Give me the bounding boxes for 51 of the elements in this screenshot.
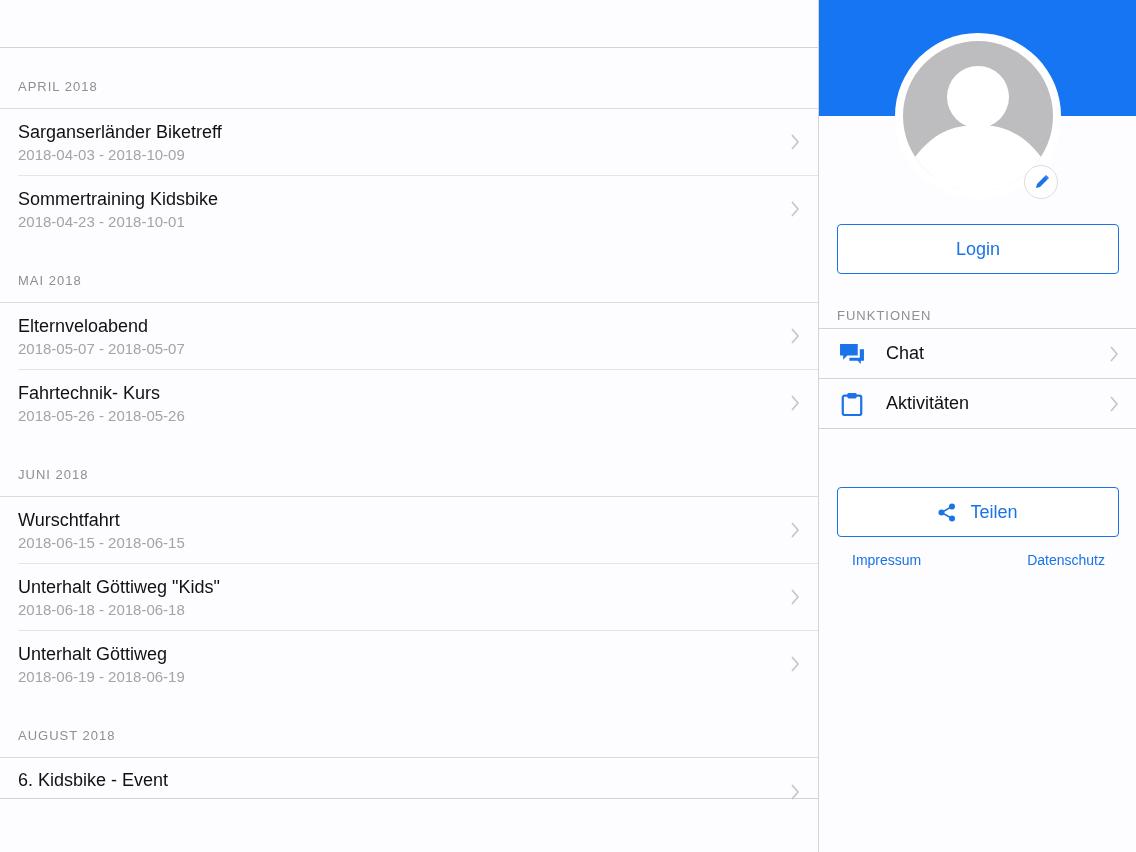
event-row[interactable]: Fahrtechnik- Kurs 2018-05-26 - 2018-05-26 bbox=[18, 370, 818, 436]
section-header: MAI 2018 bbox=[17, 272, 83, 290]
event-dates: 2018-05-07 - 2018-05-07 bbox=[18, 339, 186, 357]
section-header: AUGUST 2018 bbox=[17, 727, 117, 745]
event-title: Elternveloabend bbox=[18, 315, 150, 337]
chevron-icon bbox=[790, 328, 800, 344]
event-row[interactable]: Unterhalt Göttiweg "Kids" 2018-06-18 - 2018-06-18 bbox=[18, 564, 818, 631]
section-header: JUNI 2018 bbox=[17, 466, 90, 484]
share-button[interactable]: Teilen bbox=[837, 487, 1119, 537]
chat-bubbles-icon bbox=[839, 341, 865, 366]
event-title: Wurschtfahrt bbox=[18, 509, 121, 531]
edit-button[interactable] bbox=[1024, 165, 1058, 199]
event-dates: 2018-05-26 - 2018-05-26 bbox=[18, 406, 186, 424]
footer-link[interactable]: Datenschutz bbox=[1027, 552, 1105, 568]
event-title: Unterhalt Göttiweg "Kids" bbox=[18, 576, 221, 598]
menu-item[interactable]: Chat bbox=[819, 329, 1136, 379]
chevron-icon bbox=[1109, 395, 1119, 412]
event-title: Sommertraining Kidsbike bbox=[18, 188, 220, 210]
event-dates: 2018-06-19 - 2018-06-19 bbox=[18, 667, 186, 685]
chevron-icon bbox=[790, 395, 800, 411]
section-header: FUNKTIONEN bbox=[836, 307, 933, 325]
event-row[interactable]: Sommertraining Kidsbike 2018-04-23 - 2018-10-01 bbox=[18, 176, 818, 242]
event-row[interactable]: Unterhalt Göttiweg 2018-06-19 - 2018-06-19 bbox=[18, 631, 818, 697]
login-button[interactable]: Login bbox=[837, 224, 1119, 274]
event-row[interactable]: Elternveloabend 2018-05-07 - 2018-05-07 bbox=[18, 303, 818, 370]
share-icon bbox=[938, 502, 957, 522]
chevron-icon bbox=[790, 522, 800, 538]
chevron-icon bbox=[1109, 345, 1119, 362]
chevron-icon bbox=[790, 656, 800, 672]
event-dates: 2018-04-23 - 2018-10-01 bbox=[18, 212, 186, 230]
chevron-icon bbox=[790, 134, 800, 150]
menu-item-label: Aktivitäten bbox=[886, 393, 971, 414]
event-row[interactable]: 6. Kidsbike - Event bbox=[0, 758, 818, 799]
section-header: APRIL 2018 bbox=[17, 78, 99, 96]
event-title: Sarganserländer Biketreff bbox=[18, 121, 223, 143]
event-title: Fahrtechnik- Kurs bbox=[18, 382, 162, 404]
event-title: Unterhalt Göttiweg bbox=[18, 643, 169, 665]
event-row[interactable]: Sarganserländer Biketreff 2018-04-03 - 2018-10-09 bbox=[18, 109, 818, 176]
event-dates: 2018-04-03 - 2018-10-09 bbox=[18, 145, 186, 163]
clipboard-icon bbox=[839, 391, 865, 416]
event-row[interactable]: Wurschtfahrt 2018-06-15 - 2018-06-15 bbox=[18, 497, 818, 564]
chevron-icon bbox=[790, 201, 800, 217]
event-dates: 2018-06-18 - 2018-06-18 bbox=[18, 600, 186, 618]
menu-item[interactable]: Aktivitäten bbox=[819, 379, 1136, 428]
chevron-icon bbox=[790, 589, 800, 605]
event-dates: 2018-06-15 - 2018-06-15 bbox=[18, 533, 186, 551]
avatar-silhouette-icon bbox=[903, 41, 1053, 191]
menu-item-label: Chat bbox=[886, 343, 926, 364]
footer-link[interactable]: Impressum bbox=[852, 552, 922, 568]
event-title: 6. Kidsbike - Event bbox=[18, 770, 170, 791]
chevron-icon bbox=[790, 784, 800, 800]
